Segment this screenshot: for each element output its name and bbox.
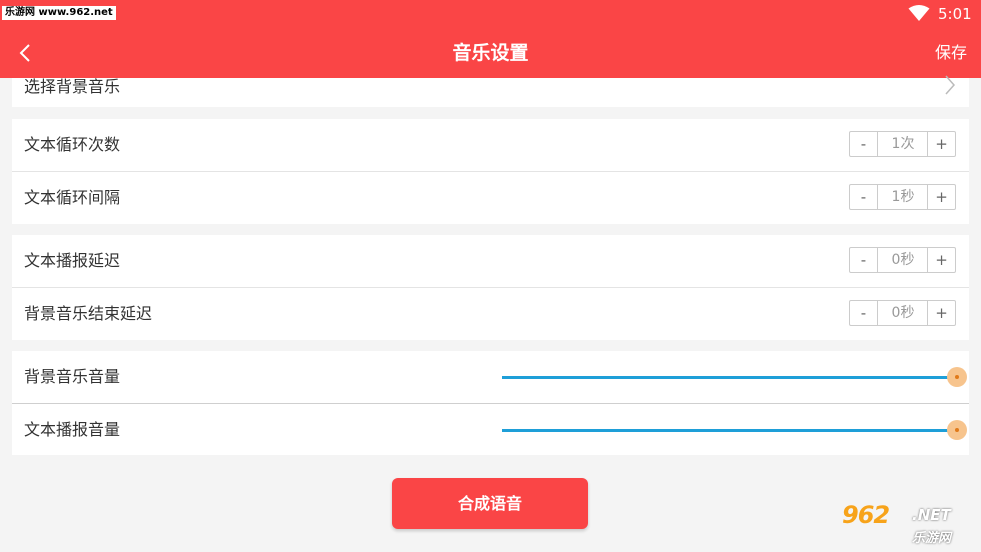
slider-track xyxy=(502,429,957,432)
slider-thumb[interactable] xyxy=(947,367,967,387)
decrement-button[interactable]: - xyxy=(850,301,878,325)
decrement-button[interactable]: - xyxy=(850,132,878,156)
increment-button[interactable]: + xyxy=(927,301,955,325)
logo-number: 962 xyxy=(842,501,890,529)
status-time: 5:01 xyxy=(938,5,972,23)
loop-interval-stepper: - 1秒 + xyxy=(849,184,956,210)
site-logo-watermark: 962 .NET 乐游网 xyxy=(842,501,976,547)
loop-count-label: 文本循环次数 xyxy=(24,135,121,154)
music-end-delay-row: 背景音乐结束延迟 - 0秒 + xyxy=(12,288,969,340)
logo-net: .NET xyxy=(912,506,951,524)
broadcast-delay-stepper: - 0秒 + xyxy=(849,247,956,273)
music-end-delay-stepper: - 0秒 + xyxy=(849,300,956,326)
chevron-right-icon[interactable] xyxy=(944,75,956,95)
page-title: 音乐设置 xyxy=(452,42,529,64)
broadcast-delay-label: 文本播报延迟 xyxy=(24,251,121,270)
loop-interval-label: 文本循环间隔 xyxy=(24,188,121,207)
speech-volume-slider[interactable] xyxy=(502,418,967,442)
music-volume-slider[interactable] xyxy=(502,365,967,389)
music-volume-label: 背景音乐音量 xyxy=(24,367,121,386)
save-button[interactable]: 保存 xyxy=(935,42,967,64)
increment-button[interactable]: + xyxy=(927,132,955,156)
decrement-button[interactable]: - xyxy=(850,185,878,209)
wifi-icon xyxy=(908,5,930,21)
speech-volume-label: 文本播报音量 xyxy=(24,420,121,439)
music-end-delay-value[interactable]: 0秒 xyxy=(878,301,928,325)
speech-volume-row: 文本播报音量 xyxy=(12,404,969,456)
loop-count-stepper: - 1次 + xyxy=(849,131,956,157)
synthesize-speech-button[interactable]: 合成语音 xyxy=(392,478,588,529)
loop-count-value[interactable]: 1次 xyxy=(878,132,928,156)
delay-settings-card: 文本播报延迟 - 0秒 + 背景音乐结束延迟 - 0秒 + xyxy=(12,235,969,340)
status-bar: 乐游网 www.962.net 5:01 xyxy=(0,0,981,28)
background-music-card: 选择背景音乐 xyxy=(12,75,969,107)
increment-button[interactable]: + xyxy=(927,185,955,209)
app-header: 乐游网 www.962.net 5:01 音乐设置 保存 xyxy=(0,0,981,78)
select-background-music-row[interactable]: 选择背景音乐 xyxy=(24,61,120,113)
loop-settings-card: 文本循环次数 - 1次 + 文本循环间隔 - 1秒 + xyxy=(12,119,969,224)
loop-count-row: 文本循环次数 - 1次 + xyxy=(12,119,969,171)
logo-cn: 乐游网 xyxy=(912,531,952,546)
loop-interval-value[interactable]: 1秒 xyxy=(878,185,928,209)
increment-button[interactable]: + xyxy=(927,248,955,272)
site-watermark: 乐游网 www.962.net xyxy=(2,6,116,20)
music-end-delay-label: 背景音乐结束延迟 xyxy=(24,304,153,323)
broadcast-delay-value[interactable]: 0秒 xyxy=(878,248,928,272)
decrement-button[interactable]: - xyxy=(850,248,878,272)
music-volume-row: 背景音乐音量 xyxy=(12,351,969,403)
broadcast-delay-row: 文本播报延迟 - 0秒 + xyxy=(12,235,969,287)
loop-interval-row: 文本循环间隔 - 1秒 + xyxy=(12,172,969,224)
slider-track xyxy=(502,376,957,379)
slider-thumb[interactable] xyxy=(947,420,967,440)
volume-settings-card: 背景音乐音量 文本播报音量 xyxy=(12,351,969,455)
